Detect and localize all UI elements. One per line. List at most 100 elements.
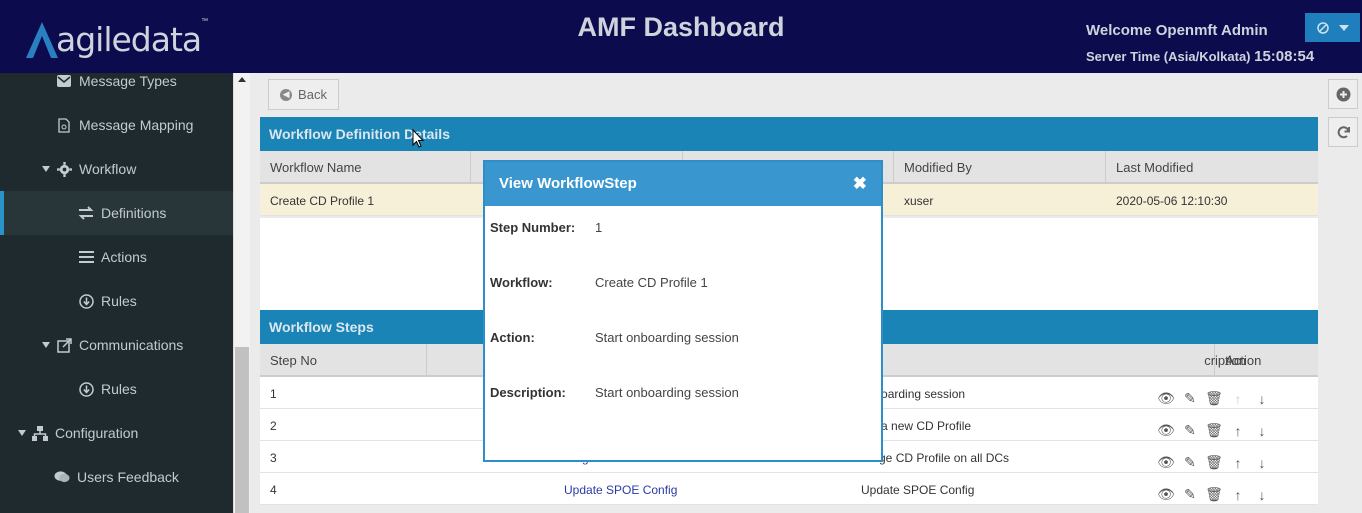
back-label: Back xyxy=(298,87,327,102)
sidebar-item-label: Actions xyxy=(101,249,147,265)
trash-icon[interactable]: 🗑 xyxy=(1205,390,1223,407)
chevron-down-icon xyxy=(1338,24,1349,31)
table-row[interactable]: 4 Update SPOE Config Update SPOE Config 👁 ✎ 🗑… xyxy=(260,473,1318,505)
scroll-up-icon[interactable] xyxy=(238,77,246,82)
table-cell: onboarding session xyxy=(861,387,966,401)
row-actions: 👁 ✎ 🗑 ↑ ↓ xyxy=(1143,473,1318,504)
edit-icon[interactable]: ✎ xyxy=(1181,486,1199,503)
row-actions: 👁 ✎ 🗑 ↑ ↓ xyxy=(1143,441,1318,472)
sidebar-item-label: Workflow xyxy=(79,161,137,177)
eye-icon[interactable]: 👁 xyxy=(1157,422,1175,439)
sidebar-item-communication-rules[interactable]: Rules xyxy=(0,367,233,411)
user-menu-button[interactable] xyxy=(1305,13,1360,42)
modal-header: View WorkflowStep ✖ xyxy=(485,162,881,206)
sidebar-item-label: Message Types xyxy=(79,73,177,89)
power-icon xyxy=(1316,21,1329,34)
back-button[interactable]: ◀ Back xyxy=(268,79,339,110)
trash-icon[interactable]: 🗑 xyxy=(1205,454,1223,471)
welcome-text: Welcome Openmft Admin xyxy=(1086,22,1268,39)
column-header[interactable]: Workflow Name xyxy=(260,151,471,184)
scrollbar-thumb[interactable] xyxy=(235,347,249,513)
table-cell: xuser xyxy=(904,194,934,208)
arrow-down-icon[interactable]: ↓ xyxy=(1253,487,1271,503)
close-icon[interactable]: ✖ xyxy=(853,174,867,194)
table-cell: 4 xyxy=(270,483,277,497)
arrow-up-icon[interactable]: ↑ xyxy=(1229,423,1247,439)
workflow-field: Workflow: Create CD Profile 1 xyxy=(490,275,708,290)
field-value: 1 xyxy=(595,220,603,235)
field-value: Create CD Profile 1 xyxy=(595,275,708,290)
edit-icon[interactable]: ✎ xyxy=(1181,454,1199,471)
server-clock: 15:08:54 xyxy=(1254,48,1315,65)
mouse-cursor-icon xyxy=(412,129,424,148)
column-header[interactable]: Last Modified xyxy=(1106,151,1318,184)
app-header: agiledata ™ AMF Dashboard Welcome Openmf… xyxy=(0,0,1362,73)
sidebar-item-actions[interactable]: Actions xyxy=(0,235,233,279)
arrow-up-icon[interactable]: ↑ xyxy=(1229,487,1247,503)
field-label: Workflow: xyxy=(490,275,553,290)
column-header[interactable]: Step No xyxy=(260,344,427,377)
row-actions: 👁 ✎ 🗑 ↑ ↓ xyxy=(1143,377,1318,408)
modal-title: View WorkflowStep xyxy=(499,175,637,192)
column-header[interactable]: Modified By xyxy=(894,151,1106,184)
table-cell: Update SPOE Config xyxy=(861,483,975,497)
edit-icon[interactable]: ✎ xyxy=(1181,390,1199,407)
arrow-up-icon[interactable]: ↑ xyxy=(1229,455,1247,471)
field-value: Start onboarding session xyxy=(595,385,739,400)
trash-icon[interactable]: 🗑 xyxy=(1205,422,1223,439)
sidebar-scrollbar[interactable] xyxy=(233,73,250,513)
arrow-down-icon[interactable]: ↓ xyxy=(1253,423,1271,439)
trash-icon[interactable]: 🗑 xyxy=(1205,486,1223,503)
caret-down-icon xyxy=(18,430,26,436)
field-label: Description: xyxy=(490,385,566,400)
caret-down-icon xyxy=(42,342,50,348)
eye-icon[interactable]: 👁 xyxy=(1157,454,1175,471)
edit-icon[interactable]: ✎ xyxy=(1181,422,1199,439)
eye-icon[interactable]: 👁 xyxy=(1157,486,1175,503)
sidebar-item-configuration[interactable]: Configuration xyxy=(0,411,233,455)
add-button[interactable] xyxy=(1328,79,1358,109)
right-toolbar xyxy=(1328,79,1362,155)
eye-icon[interactable]: 👁 xyxy=(1157,390,1175,407)
caret-down-icon xyxy=(42,166,50,172)
arrows-icon xyxy=(78,205,94,221)
sidebar-item-label: Definitions xyxy=(101,205,167,221)
field-label: Action: xyxy=(490,330,535,345)
sidebar-item-definitions[interactable]: Definitions xyxy=(0,191,233,235)
sidebar-item-users-feedback[interactable]: Users Feedback xyxy=(0,455,233,499)
plus-circle-icon xyxy=(1336,87,1350,101)
list-icon xyxy=(78,249,94,265)
field-label: Step Number: xyxy=(490,220,576,235)
sidebar-item-label: Configuration xyxy=(55,425,139,441)
sitemap-icon xyxy=(32,425,48,441)
arrow-down-icon[interactable]: ↓ xyxy=(1253,391,1271,407)
sidebar-item-workflow[interactable]: Workflow xyxy=(0,147,233,191)
envelope-icon xyxy=(56,73,72,89)
sidebar-item-label: Rules xyxy=(101,381,137,397)
circle-arrow-icon xyxy=(78,381,94,397)
refresh-button[interactable] xyxy=(1328,117,1358,147)
table-cell: Create CD Profile 1 xyxy=(270,194,375,208)
sidebar-item-label: Message Mapping xyxy=(79,117,194,133)
sidebar-item-label: Rules xyxy=(101,293,137,309)
table-cell: 2020-05-06 12:10:30 xyxy=(1116,194,1228,208)
gear-icon xyxy=(56,161,72,177)
refresh-icon xyxy=(1337,125,1350,138)
sidebar-item-message-types[interactable]: Message Types xyxy=(0,73,233,103)
table-cell: Stage CD Profile on all DCs xyxy=(861,451,1010,465)
arrow-down-icon[interactable]: ↓ xyxy=(1253,455,1271,471)
share-icon xyxy=(56,337,72,353)
arrow-up-icon[interactable]: ↑ xyxy=(1229,391,1247,407)
sidebar-item-rules[interactable]: Rules xyxy=(0,279,233,323)
action-field: Action: Start onboarding session xyxy=(490,330,739,345)
row-actions: 👁 ✎ 🗑 ↑ ↓ xyxy=(1143,409,1318,440)
table-cell: ate a new CD Profile xyxy=(861,419,972,433)
circle-arrow-icon xyxy=(78,293,94,309)
sidebar-item-label: Users Feedback xyxy=(77,469,179,485)
table-cell[interactable]: Update SPOE Config xyxy=(554,473,849,504)
server-time-label: Server Time (Asia/Kolkata) xyxy=(1086,49,1251,64)
column-header[interactable]: Action xyxy=(1215,344,1318,377)
sidebar-item-message-mapping[interactable]: Message Mapping xyxy=(0,103,233,147)
sidebar-item-communications[interactable]: Communications xyxy=(0,323,233,367)
description-field: Description: Start onboarding session xyxy=(490,385,739,400)
